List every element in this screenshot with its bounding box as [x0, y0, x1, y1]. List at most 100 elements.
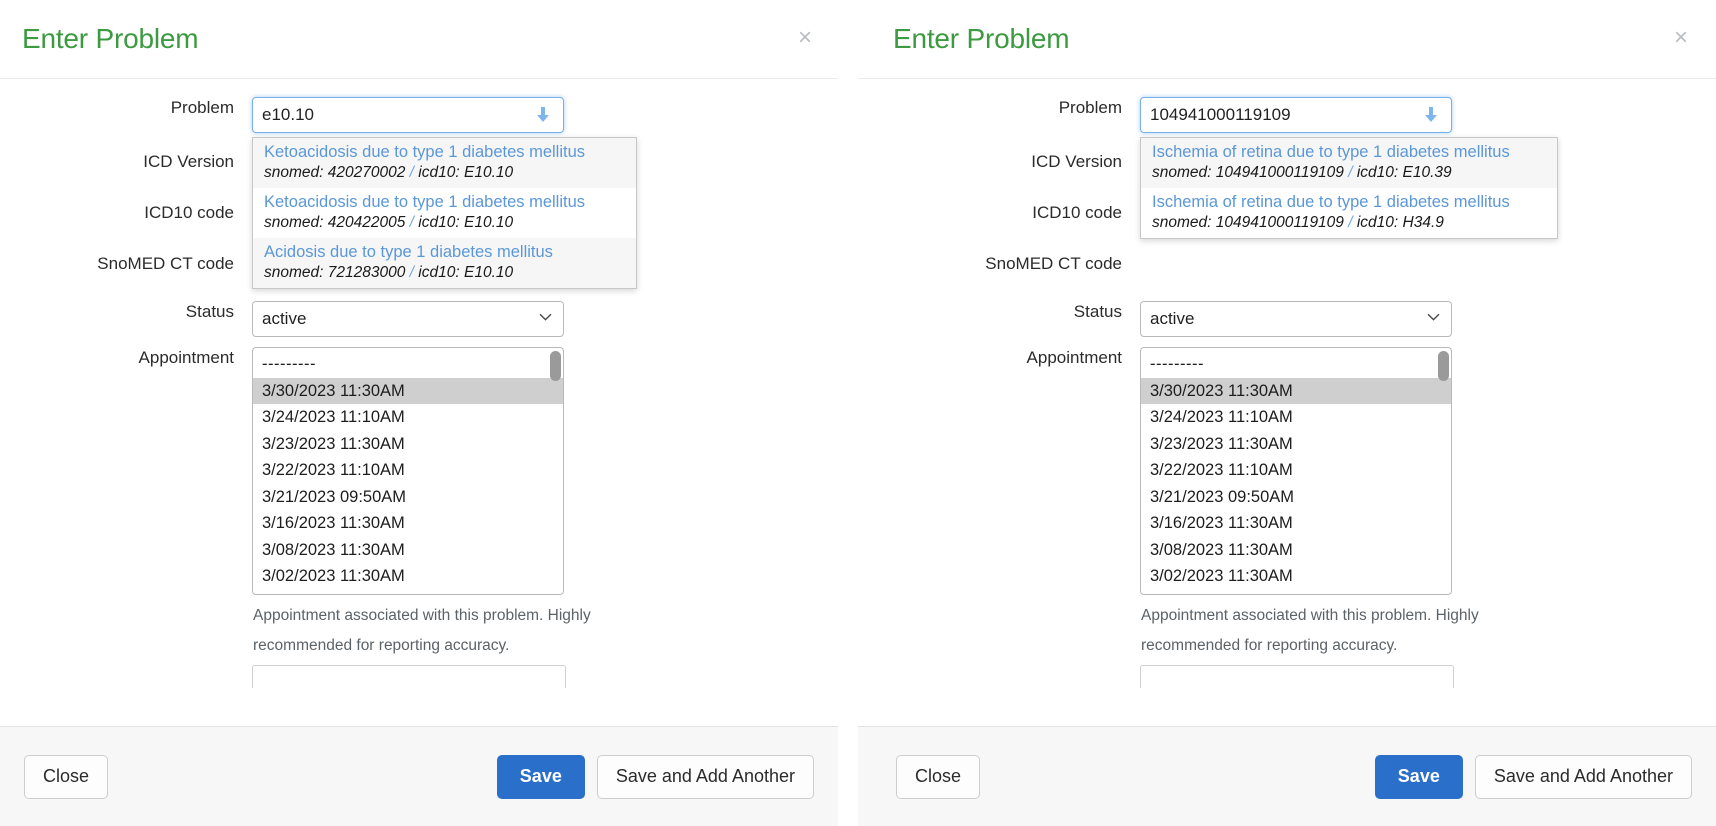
icd-value: E10.10 [463, 163, 514, 181]
page-title: Enter Problem [22, 23, 199, 54]
enter-problem-modal-right: Enter Problem × Problem Ischemia of reti… [858, 0, 1716, 826]
snomed-value: 420270002 [327, 163, 406, 181]
modal-footer: Close Save Save and Add Another [858, 726, 1716, 826]
list-item[interactable]: 3/16/2023 11:30AM [1141, 510, 1451, 537]
list-item[interactable]: 3/23/2023 11:30AM [253, 431, 563, 458]
close-icon[interactable]: × [1674, 26, 1688, 50]
close-button[interactable]: Close [24, 754, 109, 799]
appointment-listbox[interactable]: --------- 3/30/2023 11:30AM 3/24/2023 11… [1140, 347, 1452, 595]
autocomplete-item-codes: snomed: 420422005 / icd10: E10.10 [264, 213, 625, 233]
status-select[interactable]: active [252, 301, 564, 337]
label-status: Status [1073, 302, 1122, 321]
modal-body: Problem Ischemia of retina due to type 1… [858, 79, 1716, 689]
close-icon[interactable]: × [798, 26, 812, 50]
dual-modal-screen: Enter Problem × Problem Ketoacidosis due… [0, 0, 1716, 826]
status-select[interactable]: active [1140, 301, 1452, 337]
appointment-help-text: Appointment associated with this problem… [1141, 607, 1479, 655]
problem-autocomplete-dropdown[interactable]: Ketoacidosis due to type 1 diabetes mell… [252, 137, 637, 289]
problem-input[interactable] [252, 97, 564, 133]
label-icd10-code: ICD10 code [144, 203, 234, 222]
icd-value: H34.9 [1402, 213, 1444, 231]
appointment-listbox[interactable]: --------- 3/30/2023 11:30AM 3/24/2023 11… [252, 347, 564, 595]
form-row-status: Status active [858, 301, 1716, 337]
status-selected-value: active [1150, 309, 1195, 328]
snomed-label: snomed: [264, 163, 324, 181]
snomed-label: snomed: [1152, 163, 1212, 181]
appointment-field-wrapper: --------- 3/30/2023 11:30AM 3/24/2023 11… [252, 347, 591, 689]
list-item[interactable]: 3/02/2023 11:30AM [253, 563, 563, 590]
save-and-add-another-button[interactable]: Save and Add Another [1474, 754, 1692, 799]
listbox-scrollbar-thumb[interactable] [550, 351, 561, 381]
modal-footer: Close Save Save and Add Another [0, 726, 838, 826]
snomed-label: snomed: [1152, 213, 1212, 231]
autocomplete-item-codes: snomed: 104941000119109 / icd10: H34.9 [1152, 213, 1546, 233]
chevron-down-icon [539, 313, 552, 321]
list-item[interactable]: 3/22/2023 11:10AM [1141, 457, 1451, 484]
autocomplete-item-title: Ketoacidosis due to type 1 diabetes mell… [264, 143, 586, 161]
list-item[interactable]: 3/16/2023 11:30AM [253, 510, 563, 537]
status-field-wrapper: active [1140, 301, 1452, 337]
list-item[interactable]: 3/23/2023 11:30AM [1141, 431, 1451, 458]
save-button[interactable]: Save [1374, 754, 1463, 799]
next-field-partial [252, 665, 566, 689]
code-separator: / [1348, 163, 1353, 181]
close-button[interactable]: Close [896, 754, 981, 799]
list-item[interactable]: --------- [1141, 351, 1451, 378]
list-item[interactable]: 3/24/2023 11:10AM [1141, 404, 1451, 431]
icd-label: icd10: [418, 263, 460, 281]
code-separator: / [409, 263, 414, 281]
list-item[interactable]: 3/21/2023 09:50AM [1141, 484, 1451, 511]
autocomplete-item-title: Ketoacidosis due to type 1 diabetes mell… [264, 192, 586, 211]
autocomplete-item[interactable]: Ketoacidosis due to type 1 diabetes mell… [253, 188, 636, 238]
status-selected-value: active [262, 309, 307, 328]
icd-value: E10.10 [463, 213, 514, 231]
snomed-value: 420422005 [327, 213, 406, 231]
autocomplete-item-title: Ischemia of retina due to type 1 diabete… [1152, 143, 1510, 161]
list-item[interactable]: --------- [253, 351, 563, 378]
list-item[interactable]: 3/30/2023 11:30AM [1141, 377, 1451, 404]
snomed-label: snomed: [264, 263, 324, 281]
code-separator: / [1348, 213, 1353, 231]
autocomplete-item-title: Ischemia of retina due to type 1 diabete… [1152, 192, 1510, 211]
icd-label: icd10: [1356, 213, 1399, 231]
autocomplete-item-title: Acidosis due to type 1 diabetes mellitus [264, 242, 553, 261]
listbox-scrollbar-thumb[interactable] [1438, 351, 1449, 381]
autocomplete-item[interactable]: Ischemia of retina due to type 1 diabete… [1141, 188, 1557, 238]
form-row-appointment: Appointment --------- 3/30/2023 11:30AM … [858, 347, 1716, 689]
snomed-value: 721283000 [327, 263, 406, 281]
appointment-help-text: Appointment associated with this problem… [253, 607, 591, 655]
autocomplete-item[interactable]: Ischemia of retina due to type 1 diabete… [1141, 138, 1557, 188]
save-and-add-another-button[interactable]: Save and Add Another [596, 754, 814, 799]
list-item[interactable]: 3/24/2023 11:10AM [253, 404, 563, 431]
label-appointment: Appointment [1026, 348, 1122, 367]
label-problem: Problem [1058, 98, 1122, 117]
label-problem: Problem [170, 98, 234, 117]
footer-button-group: Save Save and Add Another [496, 754, 814, 799]
problem-field-wrapper: Ischemia of retina due to type 1 diabete… [1140, 97, 1558, 239]
list-item[interactable]: 3/22/2023 11:10AM [253, 457, 563, 484]
list-item[interactable]: 3/08/2023 11:30AM [253, 537, 563, 564]
problem-autocomplete-dropdown[interactable]: Ischemia of retina due to type 1 diabete… [1140, 137, 1558, 239]
list-item[interactable]: 3/21/2023 09:50AM [253, 484, 563, 511]
label-status: Status [185, 302, 234, 321]
form-row-status: Status active [0, 301, 838, 337]
chevron-down-icon [1427, 313, 1440, 321]
autocomplete-item[interactable]: Ketoacidosis due to type 1 diabetes mell… [253, 138, 636, 188]
icd-value: E10.10 [463, 263, 514, 281]
footer-button-group: Save Save and Add Another [1374, 754, 1692, 799]
appointment-options: --------- 3/30/2023 11:30AM 3/24/2023 11… [1141, 348, 1451, 595]
list-item[interactable]: 3/08/2023 11:30AM [1141, 537, 1451, 564]
status-field-wrapper: active [252, 301, 564, 337]
problem-input[interactable] [1140, 97, 1452, 133]
modal-header: Enter Problem × [0, 0, 838, 79]
appointment-field-wrapper: --------- 3/30/2023 11:30AM 3/24/2023 11… [1140, 347, 1479, 689]
autocomplete-item[interactable]: Acidosis due to type 1 diabetes mellitus… [253, 237, 636, 288]
label-snomed-code: SnoMED CT code [97, 254, 234, 273]
list-item[interactable]: 3/02/2023 11:30AM [1141, 563, 1451, 590]
list-item[interactable]: 3/02/2023 11:30AM [1141, 590, 1451, 595]
list-item[interactable]: 3/02/2023 11:30AM [253, 590, 563, 595]
modal-body: Problem Ketoacidosis due to type 1 diabe… [0, 79, 838, 689]
list-item[interactable]: 3/30/2023 11:30AM [253, 377, 563, 404]
save-button[interactable]: Save [496, 754, 585, 799]
form-row-problem: Problem Ischemia of retina due to type 1… [858, 97, 1716, 239]
